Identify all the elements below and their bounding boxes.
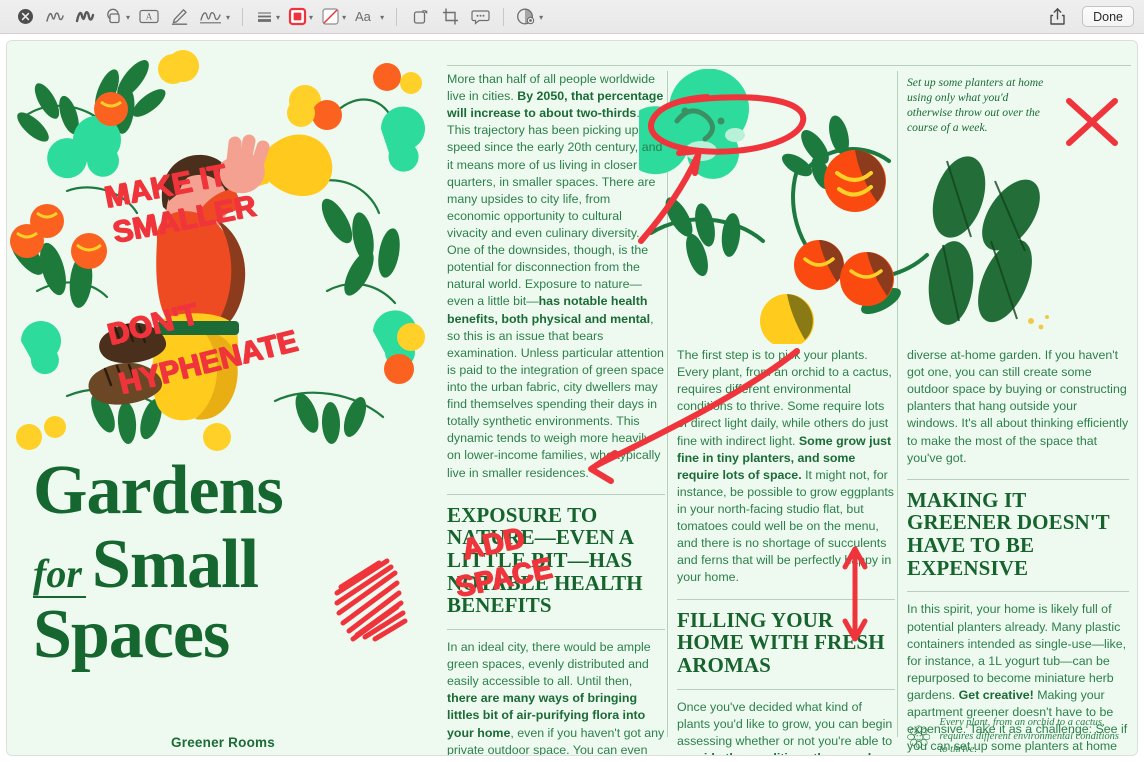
cover-title-line-1: Gardens — [33, 452, 284, 529]
markup-toolbar: ▾ A ▾ ▾ ▾ ▾ Aa ▾ ▾ Done — [0, 0, 1144, 34]
col-c-rule-1 — [907, 478, 1129, 480]
col-b-body-bottom: Once you've decided what kind of plants … — [677, 699, 895, 755]
col-c-heading: MAKING IT GREENER DOESN'T HAVE TO BE EXP… — [907, 487, 1110, 580]
border-color-tool[interactable]: ▾ — [284, 4, 317, 30]
col-c-body-bold-1: Get creative! — [958, 688, 1034, 702]
cover-title-line-3: Spaces — [33, 596, 230, 674]
toolbar-divider — [242, 7, 244, 26]
shapes-tool[interactable]: ▾ — [100, 4, 134, 30]
col-a-intro: More than half of all people worldwide l… — [447, 71, 665, 482]
text-style-tool[interactable]: Aa ▾ — [350, 4, 388, 30]
document-viewer[interactable]: Gardens for Small Spaces Greener Rooms S… — [0, 34, 1144, 762]
col-c-body-top: diverse at-home garden. If you haven't g… — [907, 348, 1129, 465]
chevron-down-icon: ▾ — [539, 12, 544, 22]
col-a-rule-2 — [447, 628, 665, 630]
cover-illustration — [7, 41, 439, 461]
article-column-c: diverse at-home garden. If you haven't g… — [907, 347, 1129, 755]
col-a-body: In an ideal city, there would be ample g… — [447, 639, 665, 755]
cover-panel: Gardens for Small Spaces Greener Rooms — [7, 41, 439, 755]
done-button[interactable]: Done — [1082, 6, 1134, 27]
sketch-tool[interactable] — [40, 4, 70, 30]
flower-icon — [907, 725, 931, 749]
footnote-text: Every plant, from an orchid to a cactus,… — [939, 717, 1119, 756]
draw-tool[interactable] — [70, 4, 100, 30]
cover-title: Gardens for Small Spaces — [33, 452, 433, 674]
text-box-tool[interactable]: A — [134, 4, 164, 30]
crop-tool[interactable] — [435, 4, 465, 30]
col-b-body-2: It might not, for instance, be possible … — [677, 467, 894, 585]
markup-close-button[interactable] — [10, 4, 40, 30]
done-button-label: Done — [1093, 9, 1123, 24]
svg-text:Aa: Aa — [355, 9, 372, 24]
adjust-color-tool[interactable]: ▾ — [512, 4, 547, 30]
chevron-down-icon: ▾ — [380, 12, 385, 22]
col-b-body-3: Once you've decided what kind of plants … — [677, 699, 893, 748]
annotate-tool[interactable] — [465, 4, 495, 30]
col-a-rule-1 — [447, 493, 665, 495]
chevron-down-icon: ▾ — [309, 12, 314, 22]
chevron-down-icon: ▾ — [276, 12, 281, 22]
shape-style-tool[interactable]: ▾ — [251, 4, 284, 30]
fill-color-tool[interactable]: ▾ — [317, 4, 350, 30]
chevron-down-icon: ▾ — [126, 12, 131, 22]
rotate-tool[interactable] — [405, 4, 435, 30]
col-b-body-bold-2: provide the conditions they need. — [677, 751, 875, 755]
pull-quote: Set up some planters at home using only … — [907, 76, 1044, 135]
col-c-rule-2 — [907, 591, 1129, 593]
article-illustration — [639, 69, 1049, 344]
cover-title-line-2-wrap: for Small — [33, 523, 433, 603]
signature-tool[interactable]: ▾ — [194, 4, 234, 30]
chevron-down-icon: ▾ — [226, 12, 231, 22]
col-a-intro-2: . This trajectory has been picking up sp… — [447, 106, 663, 309]
article-column-a: More than half of all people worldwide l… — [447, 71, 665, 755]
highlight-tool[interactable] — [164, 4, 194, 30]
svg-text:A: A — [146, 12, 153, 22]
toolbar-divider — [396, 7, 398, 26]
cover-subtitle: Greener Rooms — [171, 735, 275, 750]
col-b-heading: FILLING YOUR HOME WITH FRESH AROMAS — [677, 607, 885, 677]
article-column-b: The first step is to pick your plants. E… — [677, 347, 895, 755]
col-a-body-1: In an ideal city, there would be ample g… — [447, 639, 651, 689]
article-top-rule — [447, 65, 1131, 66]
col-b-body-top: The first step is to pick your plants. E… — [677, 347, 895, 587]
col-b-rule-1 — [677, 598, 895, 600]
chevron-down-icon: ▾ — [342, 12, 347, 22]
toolbar-divider — [503, 7, 505, 26]
article-footnote: Every plant, from an orchid to a cactus,… — [907, 713, 1129, 756]
share-button[interactable] — [1042, 4, 1072, 30]
col-a-intro-3: , so this is an issue that bears examina… — [447, 311, 664, 480]
article-panel: Set up some planters at home using only … — [439, 41, 1137, 756]
cover-title-line-2: Small — [91, 526, 259, 604]
cover-title-for: for — [33, 551, 86, 599]
document-page: Gardens for Small Spaces Greener Rooms S… — [6, 40, 1138, 756]
col-b-rule-2 — [677, 688, 895, 690]
